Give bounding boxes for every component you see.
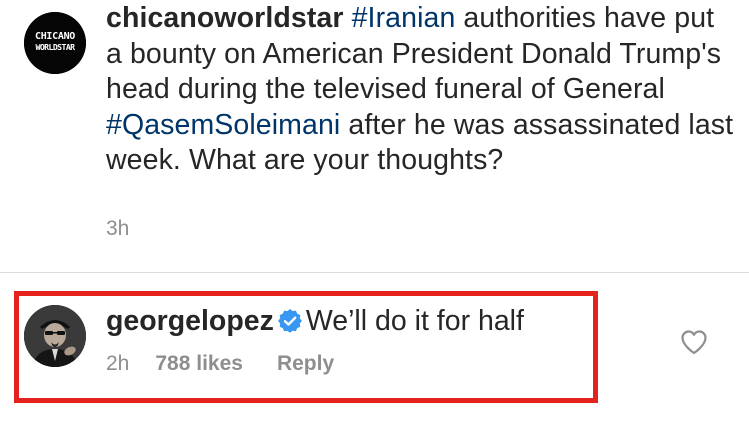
comment-timestamp: 2h — [106, 352, 130, 375]
chicanoworldstar-avatar[interactable]: CHICANO WORLDSTAR — [24, 12, 86, 74]
caption-post: CHICANO WORLDSTAR chicanoworldstar #Iran… — [0, 0, 749, 272]
verified-badge-icon — [277, 309, 302, 333]
post-caption: chicanoworldstar #Iranian authorities ha… — [106, 1, 736, 179]
logo-line1: CHICANO — [35, 31, 75, 42]
chicanoworldstar-logo: CHICANO WORLDSTAR — [24, 12, 86, 74]
post-username[interactable]: chicanoworldstar — [106, 2, 344, 34]
post-timestamp: 3h — [106, 217, 130, 240]
comment-line: georgelopez We’ll do it for half — [106, 304, 524, 339]
profile-photo — [24, 305, 86, 367]
georgelopez-avatar[interactable] — [24, 305, 86, 367]
comment-text: We’ll do it for half — [305, 305, 524, 337]
divider — [0, 272, 749, 273]
comment-meta: 2h 788 likes Reply — [106, 352, 334, 376]
hashtag-link[interactable]: #Iranian — [352, 2, 456, 34]
comment-likes-count[interactable]: 788 likes — [155, 352, 243, 375]
comment-username[interactable]: georgelopez — [106, 305, 274, 337]
logo-line2: WORLDSTAR — [36, 42, 76, 52]
hashtag-link[interactable]: #QasemSoleimani — [106, 109, 340, 141]
heart-outline-icon[interactable] — [680, 329, 708, 355]
reply-button[interactable]: Reply — [277, 352, 334, 375]
